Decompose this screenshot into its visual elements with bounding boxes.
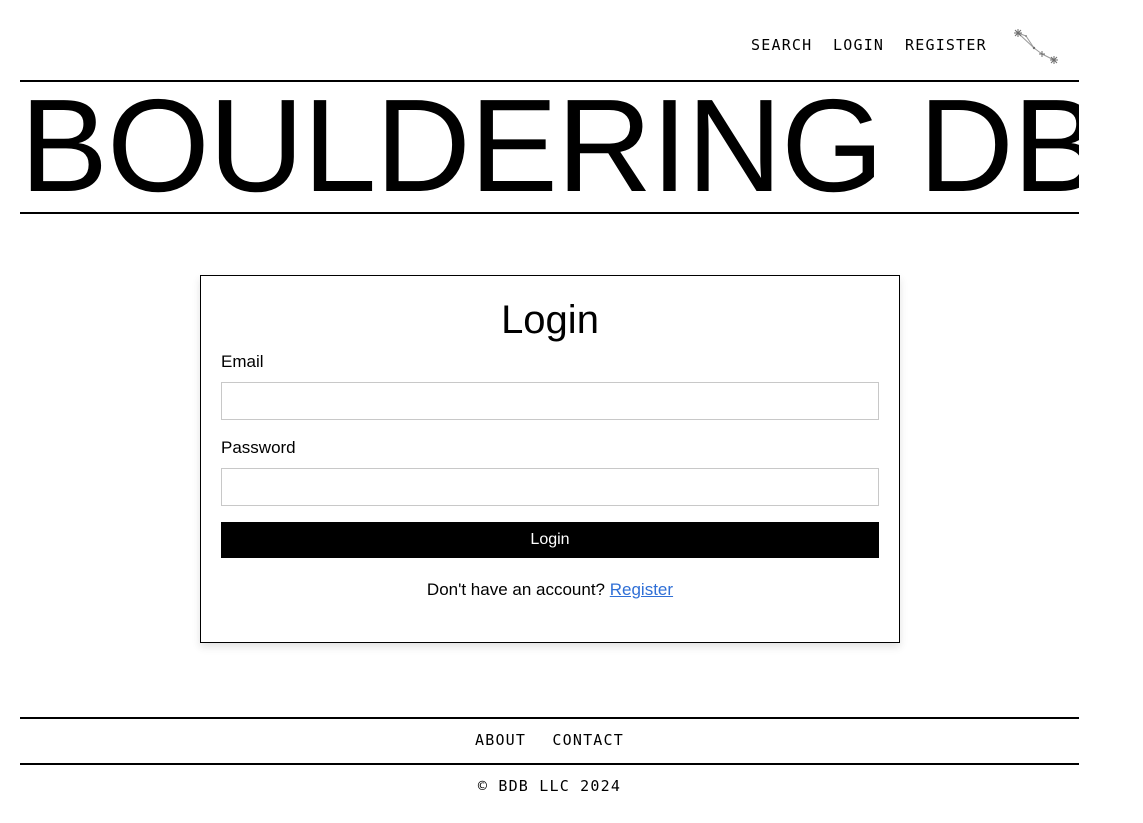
login-submit-button[interactable]: Login	[221, 522, 879, 558]
login-card: Login Email Password Login Don't have an…	[200, 275, 900, 643]
register-prompt: Don't have an account? Register	[201, 580, 899, 600]
page: SEARCH LOGIN REGISTER BOULDERING DB Logi…	[0, 0, 1143, 823]
copyright-text: © BDB LLC 2024	[477, 777, 622, 795]
nav-login-link[interactable]: LOGIN	[833, 36, 884, 54]
register-prompt-text: Don't have an account?	[426, 580, 606, 599]
footer-nav: ABOUT CONTACT	[20, 731, 1079, 749]
email-field[interactable]	[221, 382, 879, 420]
top-nav: SEARCH LOGIN REGISTER	[0, 29, 1143, 64]
password-label: Password	[221, 438, 296, 457]
email-label: Email	[221, 352, 264, 371]
constellation-icon[interactable]	[1008, 26, 1060, 66]
footer-top-rule	[20, 717, 1079, 719]
header-bottom-rule	[20, 212, 1079, 214]
footer-bottom-rule	[20, 763, 1079, 765]
nav-register-link[interactable]: REGISTER	[905, 36, 987, 54]
nav-search-link[interactable]: SEARCH	[751, 36, 812, 54]
password-field[interactable]	[221, 468, 879, 506]
site-title: BOULDERING DB	[20, 80, 1079, 212]
footer-about-link[interactable]: ABOUT	[475, 731, 526, 749]
login-title: Login	[501, 298, 599, 342]
register-link[interactable]: Register	[610, 580, 673, 599]
footer-contact-link[interactable]: CONTACT	[552, 731, 624, 749]
